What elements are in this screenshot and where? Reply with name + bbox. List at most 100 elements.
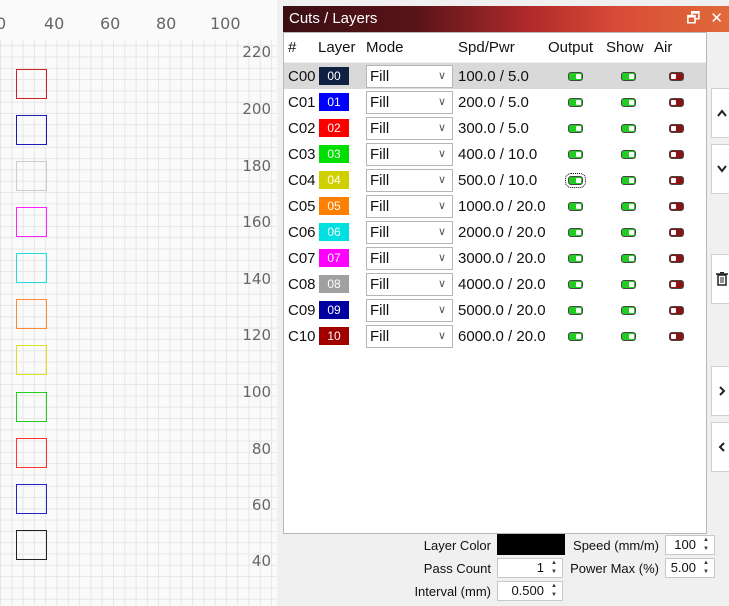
mode-select[interactable]: Fill ∨ [366,64,453,88]
workspace-shape[interactable] [16,392,47,422]
layer-row[interactable]: C04 04 Fill ∨ 500.0 / 10.0 [284,167,706,193]
show-toggle[interactable] [620,175,636,185]
spin-up-icon[interactable]: ▲ [547,559,561,568]
output-toggle[interactable] [567,149,583,159]
layer-row[interactable]: C01 01 Fill ∨ 200.0 / 5.0 [284,89,706,115]
layer-row[interactable]: C02 02 Fill ∨ 300.0 / 5.0 [284,115,706,141]
show-toggle[interactable] [620,227,636,237]
power-max-input[interactable]: 5.00 ▲ ▼ [665,558,715,578]
layer-row[interactable]: C07 07 Fill ∨ 3000.0 / 20.0 [284,245,706,271]
collapse-button[interactable] [711,422,729,472]
layer-row[interactable]: C05 05 Fill ∨ 1000.0 / 20.0 [284,193,706,219]
col-mode[interactable]: Mode [362,39,454,56]
show-toggle[interactable] [620,253,636,263]
mode-select[interactable]: Fill ∨ [366,142,453,166]
air-toggle[interactable] [668,331,684,341]
layer-row[interactable]: C09 09 Fill ∨ 5000.0 / 20.0 [284,297,706,323]
speed-input[interactable]: 100 ▲ ▼ [665,535,715,555]
air-toggle[interactable] [668,123,684,133]
layer-row[interactable]: C08 08 Fill ∨ 4000.0 / 20.0 [284,271,706,297]
layer-color-chip[interactable]: 03 [319,145,349,163]
spin-up-icon[interactable]: ▲ [699,559,713,568]
layer-row[interactable]: C03 03 Fill ∨ 400.0 / 10.0 [284,141,706,167]
show-toggle[interactable] [620,71,636,81]
mode-select[interactable]: Fill ∨ [366,220,453,244]
output-toggle[interactable] [567,305,583,315]
output-toggle[interactable] [567,279,583,289]
show-toggle[interactable] [620,201,636,211]
expand-button[interactable] [711,366,729,416]
output-toggle[interactable] [567,201,583,211]
layer-row[interactable]: C00 00 Fill ∨ 100.0 / 5.0 [284,63,706,89]
workspace-shape[interactable] [16,253,47,283]
output-toggle[interactable] [567,253,583,263]
move-up-button[interactable] [711,88,729,138]
workspace-shape[interactable] [16,345,47,375]
panel-title-bar[interactable]: Cuts / Layers 🗗 ✕ [283,6,729,32]
spin-down-icon[interactable]: ▼ [547,591,561,600]
show-toggle[interactable] [620,305,636,315]
layer-color-chip[interactable]: 06 [319,223,349,241]
workspace-shape[interactable] [16,530,47,560]
restore-icon[interactable]: 🗗 [686,6,700,32]
layer-color-swatch[interactable] [497,534,565,555]
layer-color-chip[interactable]: 02 [319,119,349,137]
show-toggle[interactable] [620,123,636,133]
delete-button[interactable] [711,254,729,304]
spin-down-icon[interactable]: ▼ [547,568,561,577]
layer-row[interactable]: C10 10 Fill ∨ 6000.0 / 20.0 [284,323,706,349]
layer-color-chip[interactable]: 09 [319,301,349,319]
workspace-shape[interactable] [16,484,47,514]
show-toggle[interactable] [620,149,636,159]
mode-select[interactable]: Fill ∨ [366,272,453,296]
spin-down-icon[interactable]: ▼ [699,568,713,577]
workspace-shape[interactable] [16,299,47,329]
output-toggle[interactable] [567,123,583,133]
show-toggle[interactable] [620,279,636,289]
col-num[interactable]: # [284,39,314,56]
mode-select[interactable]: Fill ∨ [366,90,453,114]
mode-select[interactable]: Fill ∨ [366,168,453,192]
move-down-button[interactable] [711,144,729,194]
workspace-canvas[interactable]: 0 40 60 80 100 220 200 180 160 140 120 1… [0,0,277,606]
mode-select[interactable]: Fill ∨ [366,246,453,270]
air-toggle[interactable] [668,305,684,315]
layer-color-chip[interactable]: 10 [319,327,349,345]
air-toggle[interactable] [668,175,684,185]
air-toggle[interactable] [668,149,684,159]
layer-color-chip[interactable]: 00 [319,67,349,85]
interval-input[interactable]: 0.500 ▲ ▼ [497,581,563,601]
col-output[interactable]: Output [544,39,602,56]
col-air[interactable]: Air [650,39,698,56]
col-spd-pwr[interactable]: Spd/Pwr [454,39,544,56]
air-toggle[interactable] [668,253,684,263]
show-toggle[interactable] [620,331,636,341]
layer-color-chip[interactable]: 08 [319,275,349,293]
spin-up-icon[interactable]: ▲ [699,536,713,545]
spin-down-icon[interactable]: ▼ [699,545,713,554]
pass-count-input[interactable]: 1 ▲ ▼ [497,558,563,578]
layer-color-chip[interactable]: 05 [319,197,349,215]
layer-color-chip[interactable]: 01 [319,93,349,111]
output-toggle[interactable] [564,172,586,188]
layer-color-chip[interactable]: 07 [319,249,349,267]
output-toggle[interactable] [567,71,583,81]
layer-row[interactable]: C06 06 Fill ∨ 2000.0 / 20.0 [284,219,706,245]
air-toggle[interactable] [668,227,684,237]
output-toggle[interactable] [567,227,583,237]
workspace-shape[interactable] [16,115,47,145]
show-toggle[interactable] [620,97,636,107]
col-show[interactable]: Show [602,39,650,56]
mode-select[interactable]: Fill ∨ [366,194,453,218]
air-toggle[interactable] [668,71,684,81]
air-toggle[interactable] [668,201,684,211]
workspace-shape[interactable] [16,161,47,191]
close-icon[interactable]: ✕ [710,6,723,32]
air-toggle[interactable] [668,279,684,289]
output-toggle[interactable] [567,331,583,341]
mode-select[interactable]: Fill ∨ [366,298,453,322]
mode-select[interactable]: Fill ∨ [366,324,453,348]
workspace-shape[interactable] [16,207,47,237]
workspace-shape[interactable] [16,69,47,99]
mode-select[interactable]: Fill ∨ [366,116,453,140]
